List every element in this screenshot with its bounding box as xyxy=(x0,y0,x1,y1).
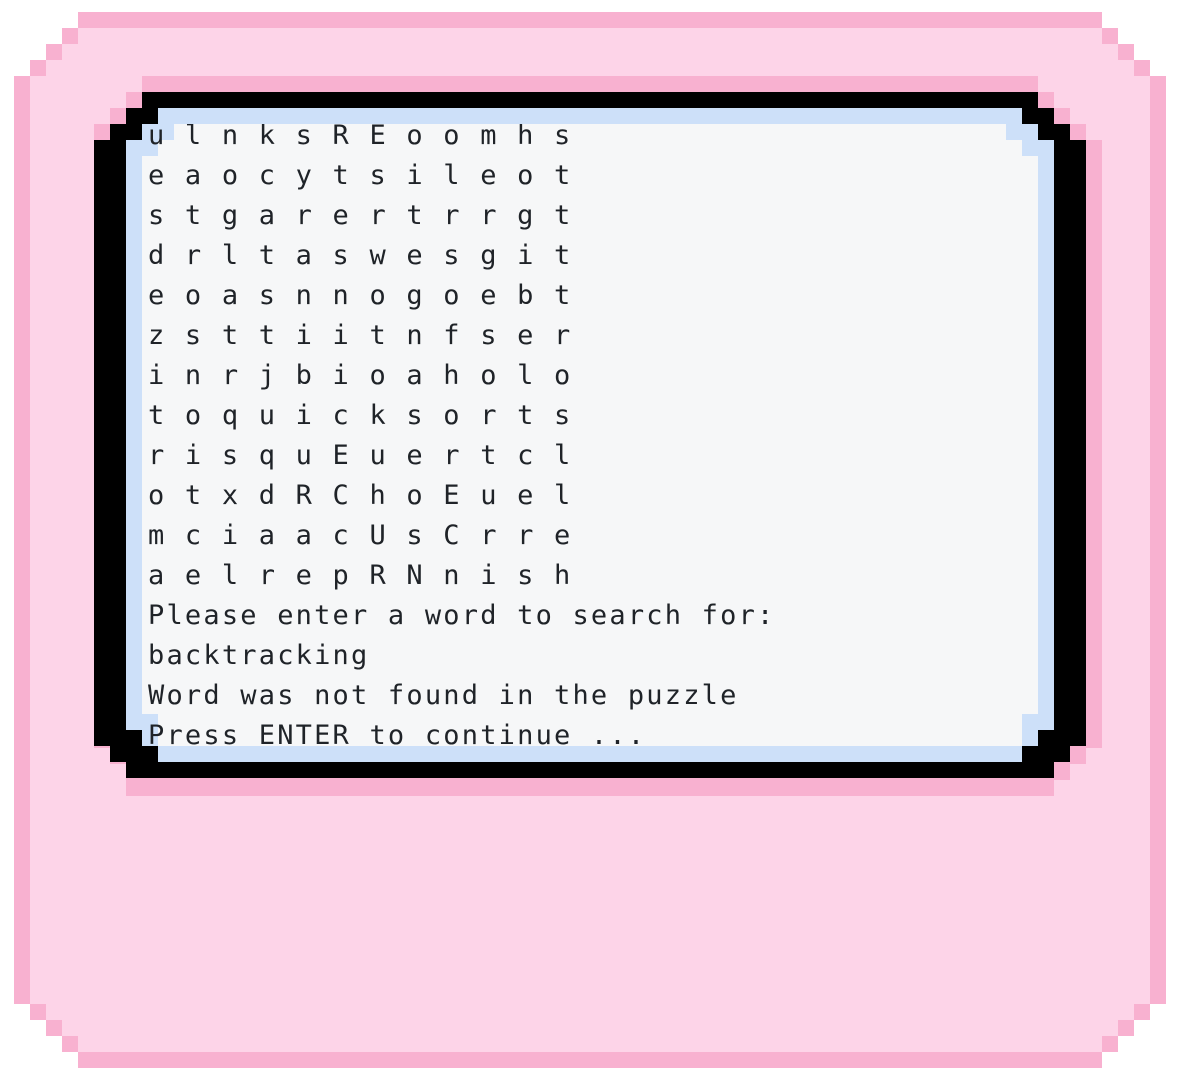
grid-row: d r l t a s w e s g i t xyxy=(148,240,573,271)
terminal-screen: u l n k s R E o o m h s e a o c y t s i … xyxy=(128,124,1053,749)
grid-row: m c i a a c U s C r r e xyxy=(148,520,573,551)
pixel-frame: u l n k s R E o o m h s e a o c y t s i … xyxy=(0,0,1179,1080)
grid-row: s t g a r e r t r r g t xyxy=(148,200,573,231)
search-input-echo[interactable]: backtracking xyxy=(148,636,775,676)
terminal-output: u l n k s R E o o m h s e a o c y t s i … xyxy=(148,124,775,749)
grid-row: z s t t i i t n f s e r xyxy=(148,320,573,351)
search-result: Word was not found in the puzzle xyxy=(148,680,739,711)
grid-row: r i s q u E u e r t c l xyxy=(148,440,573,471)
search-prompt: Please enter a word to search for: xyxy=(148,600,776,631)
grid-row: e a o c y t s i l e o t xyxy=(148,160,573,191)
grid-row: i n r j b i o a h o l o xyxy=(148,360,573,391)
grid-row: o t x d R C h o E u e l xyxy=(148,480,573,511)
grid-row: e o a s n n o g o e b t xyxy=(148,280,573,311)
grid-row: t o q u i c k s o r t s xyxy=(148,400,573,431)
grid-row: a e l r e p R N n i s h xyxy=(148,560,573,591)
continue-hint: Press ENTER to continue ... xyxy=(148,720,647,749)
grid-row: u l n k s R E o o m h s xyxy=(148,124,573,151)
